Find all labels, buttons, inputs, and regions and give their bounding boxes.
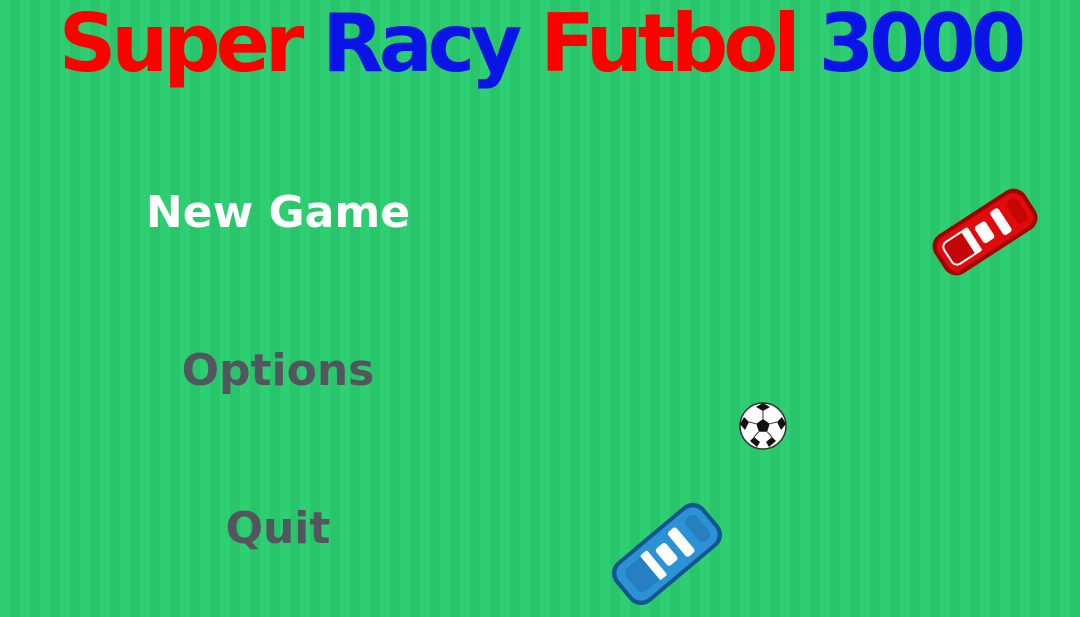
red-car-icon [932,188,1038,276]
title-word-3000: 3000 [818,0,1027,90]
title-word-futbol: Futbol [540,0,801,90]
quit-button[interactable]: Quit [78,501,478,557]
game-field: Super Racy Futbol 3000 New Game Options … [0,0,1080,617]
blue-car-icon [611,502,723,606]
title-word-super: Super [58,0,305,90]
title-word-racy: Racy [322,0,522,90]
new-game-button[interactable]: New Game [78,185,478,241]
game-title: Super Racy Futbol 3000 [0,0,1080,94]
options-button[interactable]: Options [78,343,478,399]
soccer-ball-icon [739,402,787,450]
